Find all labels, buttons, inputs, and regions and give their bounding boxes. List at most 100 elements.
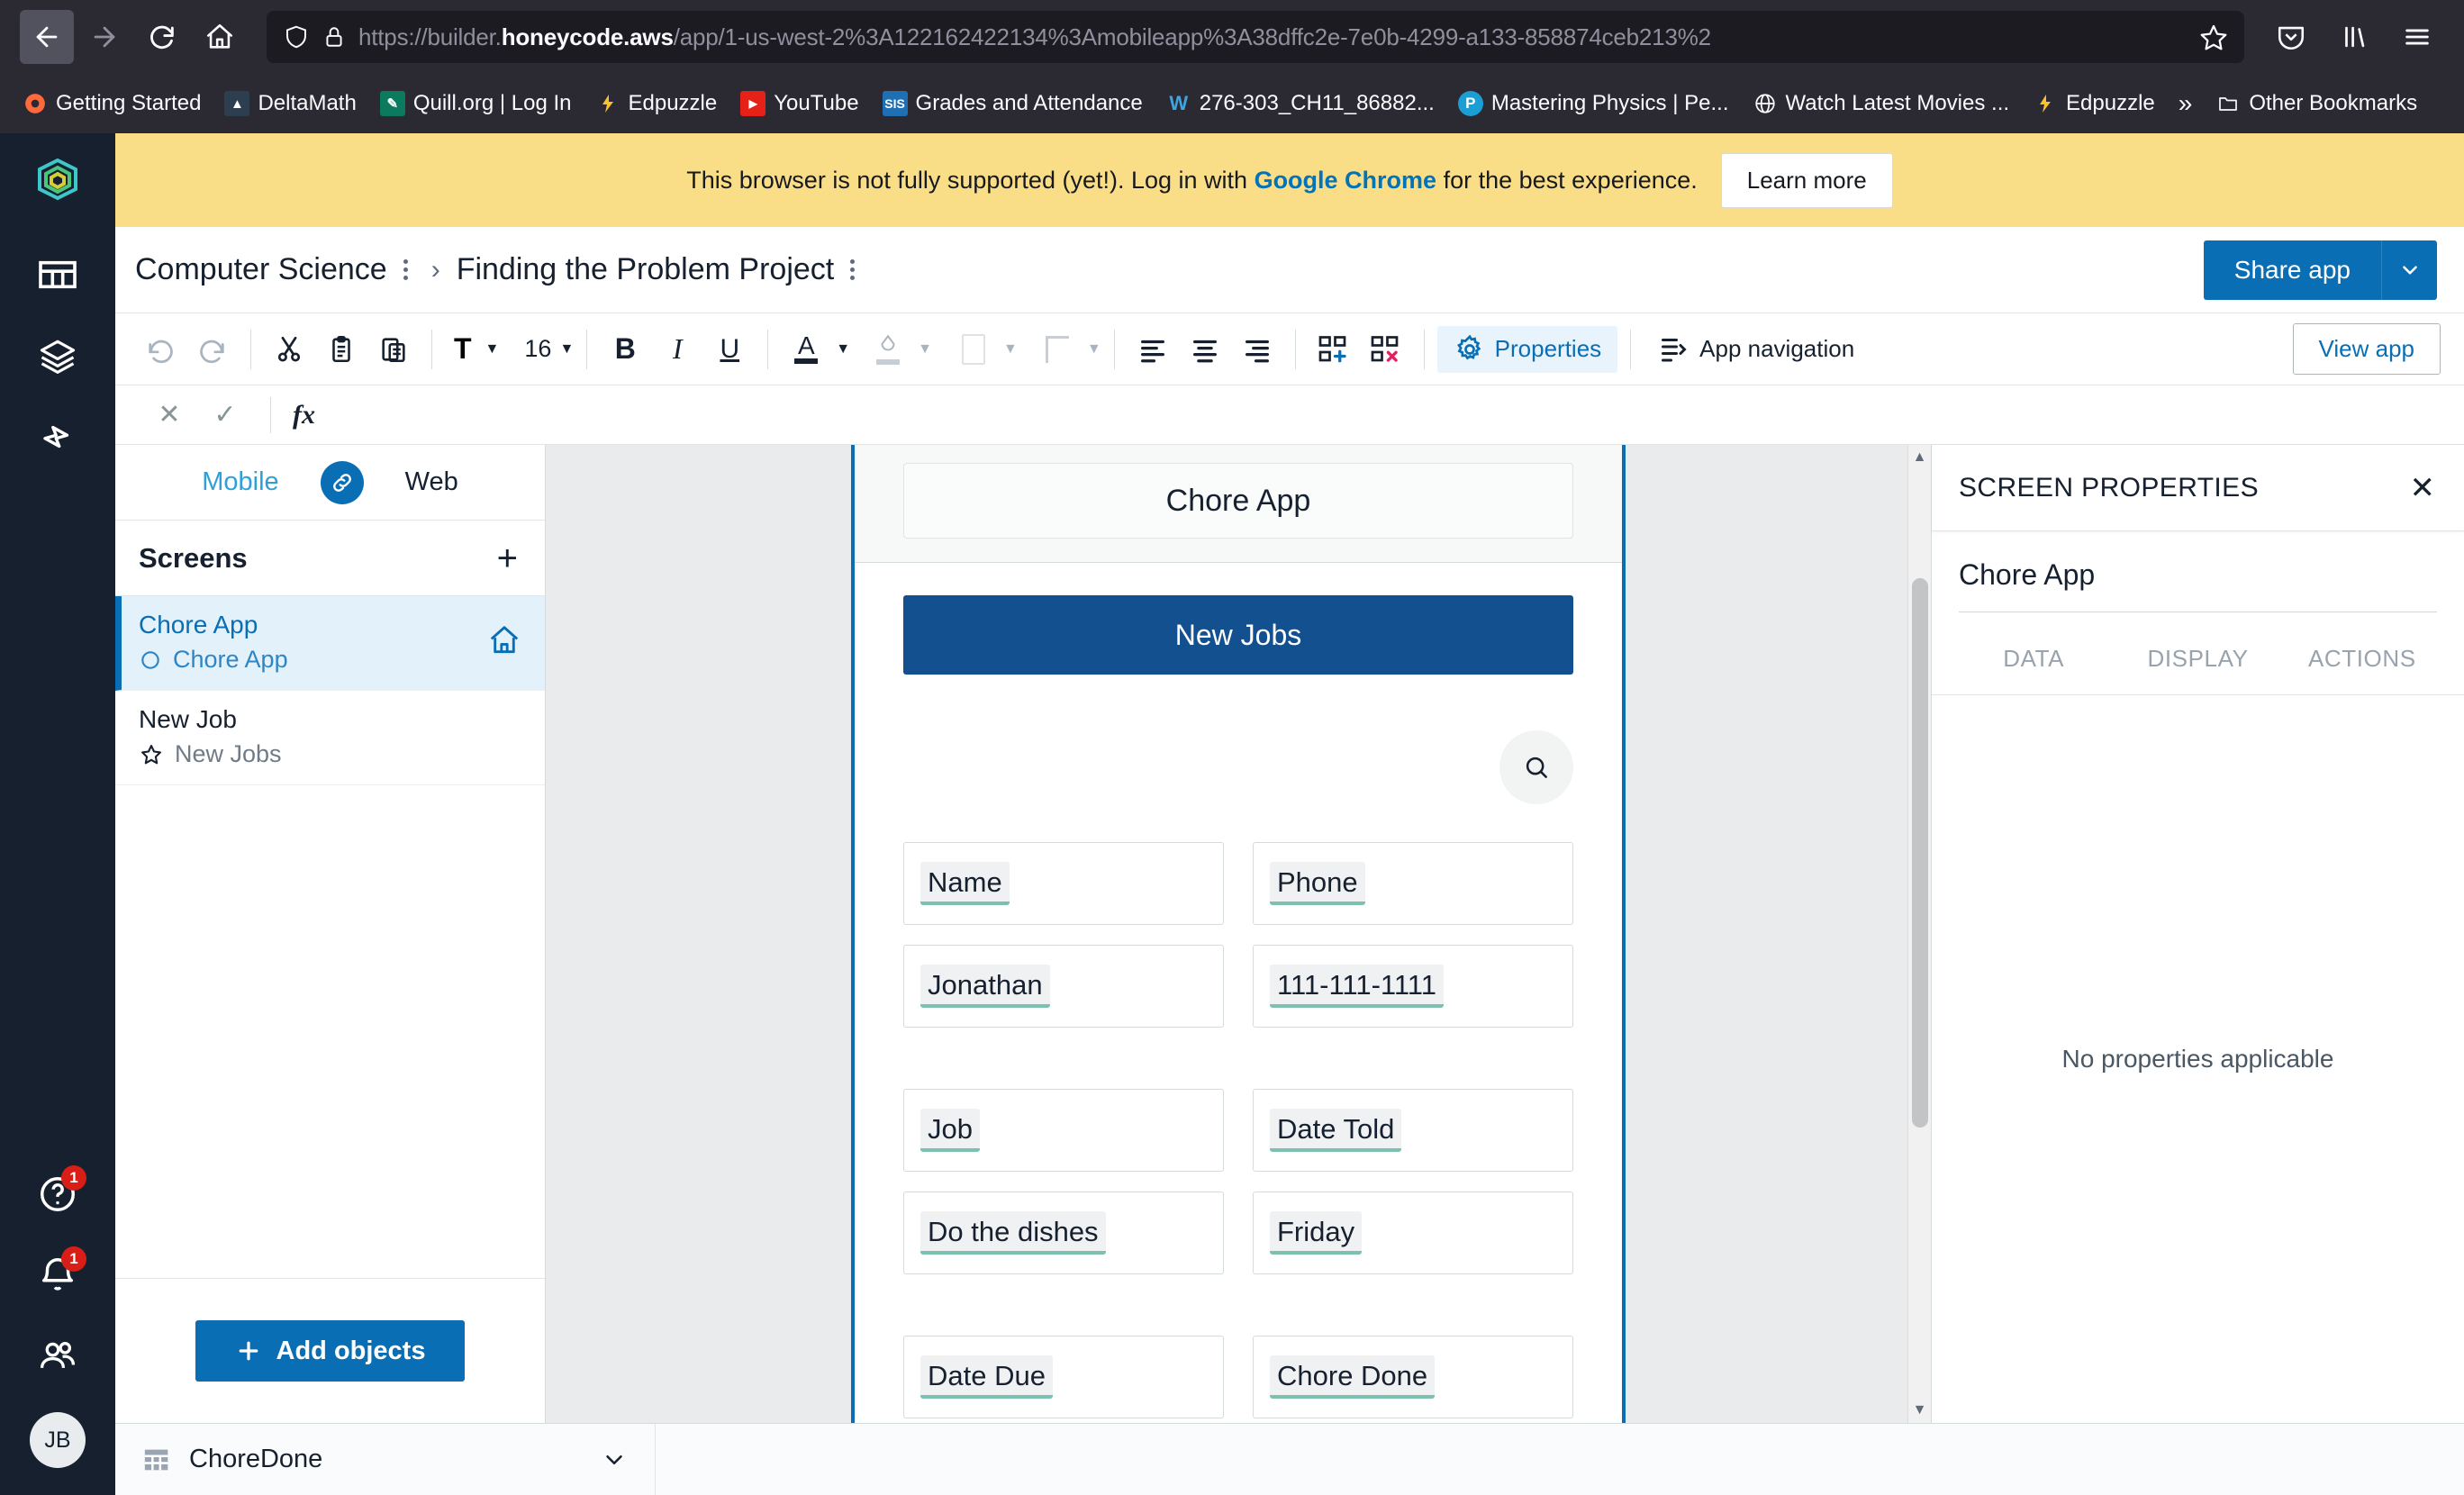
- bookmark-mastering-physics[interactable]: P Mastering Physics | Pe...: [1448, 86, 1739, 122]
- other-bookmarks-folder[interactable]: Other Bookmarks: [2206, 86, 2427, 122]
- font-family-control[interactable]: T ▼: [445, 332, 499, 366]
- link-screens-toggle[interactable]: [320, 460, 364, 504]
- field-cell[interactable]: Do the dishes: [903, 1191, 1224, 1274]
- url-bar[interactable]: https://builder.honeycode.aws/app/1-us-w…: [267, 11, 2244, 63]
- scroll-down-arrow-icon[interactable]: ▼: [1908, 1398, 1931, 1423]
- back-button[interactable]: [20, 10, 74, 64]
- bookmark-grades-attendance[interactable]: SIS Grades and Attendance: [873, 86, 1153, 122]
- chevron-down-icon[interactable]: [601, 1446, 628, 1473]
- field-cell[interactable]: Date Told: [1253, 1089, 1573, 1172]
- fill-color-button[interactable]: [863, 324, 913, 375]
- field-cell[interactable]: Phone: [1253, 842, 1573, 925]
- add-objects-button[interactable]: Add objects: [195, 1320, 466, 1382]
- user-avatar[interactable]: JB: [30, 1412, 86, 1468]
- home-screen-icon[interactable]: [487, 623, 521, 662]
- tab-web[interactable]: Web: [405, 467, 458, 497]
- underline-button[interactable]: U: [704, 324, 755, 375]
- rail-item-automations[interactable]: [23, 403, 92, 471]
- view-app-button[interactable]: View app: [2292, 323, 2441, 375]
- tab-mobile[interactable]: Mobile: [202, 467, 278, 497]
- undo-button[interactable]: [135, 324, 186, 375]
- add-object-button[interactable]: [1309, 324, 1359, 375]
- canvas-scrollbar[interactable]: ▲ ▼: [1907, 445, 1931, 1423]
- honeycode-logo-icon[interactable]: [32, 157, 83, 206]
- tab-display[interactable]: DISPLAY: [2115, 645, 2279, 694]
- bookmark-deltamath[interactable]: ▲ DeltaMath: [214, 86, 366, 122]
- bookmark-ch11-pdf[interactable]: W 276-303_CH11_86882...: [1156, 86, 1445, 122]
- lock-icon: [326, 27, 342, 47]
- fill-color-control[interactable]: ▼: [863, 324, 932, 375]
- sidebar-item-chore-app[interactable]: Chore App Chore App: [115, 596, 545, 691]
- bookmark-edpuzzle-1[interactable]: Edpuzzle: [585, 86, 728, 122]
- border-style-control[interactable]: ▼: [1032, 324, 1101, 375]
- redo-button[interactable]: [187, 324, 238, 375]
- reload-button[interactable]: [135, 10, 189, 64]
- italic-button[interactable]: I: [652, 324, 702, 375]
- border-fill-button[interactable]: [948, 324, 999, 375]
- field-cell[interactable]: Name: [903, 842, 1224, 925]
- menu-button[interactable]: [2390, 10, 2444, 64]
- breadcrumb-app-menu[interactable]: [843, 256, 862, 284]
- screen-name-input[interactable]: Chore App: [1959, 558, 2437, 612]
- bookmarks-overflow-button[interactable]: »: [2169, 86, 2203, 122]
- share-app-button[interactable]: Share app: [2203, 240, 2381, 300]
- scrollbar-thumb[interactable]: [1912, 578, 1928, 1128]
- bookmark-star-icon[interactable]: [2199, 23, 2228, 51]
- align-left-button[interactable]: [1128, 324, 1178, 375]
- border-style-button[interactable]: [1032, 324, 1083, 375]
- browser-toolbar-right: [2264, 10, 2444, 64]
- copy-button[interactable]: [316, 324, 367, 375]
- field-cell[interactable]: Jonathan: [903, 945, 1224, 1028]
- cut-button[interactable]: [264, 324, 314, 375]
- align-right-button[interactable]: [1232, 324, 1282, 375]
- delete-object-button[interactable]: [1361, 324, 1411, 375]
- field-cell[interactable]: 111-111-1111: [1253, 945, 1573, 1028]
- field-cell[interactable]: Date Due: [903, 1336, 1224, 1418]
- new-jobs-button[interactable]: New Jobs: [903, 595, 1573, 675]
- bookmark-youtube[interactable]: ▶ YouTube: [730, 86, 868, 122]
- bookmark-quill[interactable]: ✎ Quill.org | Log In: [370, 86, 582, 122]
- rail-item-help[interactable]: 1: [23, 1160, 92, 1228]
- font-size-control[interactable]: 16 ▼: [521, 335, 574, 363]
- rail-item-apps[interactable]: [23, 322, 92, 390]
- breadcrumb-workbook-menu[interactable]: [396, 256, 415, 284]
- rail-item-team[interactable]: [23, 1322, 92, 1391]
- rail-item-notifications[interactable]: 1: [23, 1241, 92, 1309]
- tab-actions[interactable]: ACTIONS: [2280, 645, 2444, 694]
- close-icon[interactable]: ✕: [2410, 473, 2436, 503]
- bold-button[interactable]: B: [600, 324, 650, 375]
- border-fill-control[interactable]: ▼: [948, 324, 1018, 375]
- field-cell[interactable]: Chore Done: [1253, 1336, 1573, 1418]
- properties-button[interactable]: Properties: [1436, 325, 1618, 373]
- breadcrumb-app[interactable]: Finding the Problem Project: [457, 252, 835, 287]
- paste-button[interactable]: [368, 324, 419, 375]
- search-button[interactable]: [1499, 730, 1573, 804]
- app-title-block[interactable]: Chore App: [903, 463, 1573, 539]
- table-selector[interactable]: ChoreDone: [115, 1424, 656, 1495]
- tab-data[interactable]: DATA: [1952, 645, 2115, 694]
- library-button[interactable]: [2327, 10, 2381, 64]
- sidebar-item-new-job[interactable]: New Job New Jobs: [115, 691, 545, 785]
- learn-more-button[interactable]: Learn more: [1720, 152, 1893, 208]
- bookmark-edpuzzle-2[interactable]: Edpuzzle: [2023, 86, 2165, 122]
- text-color-control[interactable]: A ▼: [781, 324, 850, 375]
- home-button[interactable]: [193, 10, 247, 64]
- add-screen-button[interactable]: +: [497, 540, 518, 576]
- bookmark-watch-movies[interactable]: Watch Latest Movies ...: [1743, 86, 2020, 122]
- scrollbar-track[interactable]: [1908, 470, 1931, 1398]
- align-center-button[interactable]: [1180, 324, 1230, 375]
- text-color-button[interactable]: A: [781, 324, 831, 375]
- google-chrome-link[interactable]: Google Chrome: [1255, 167, 1437, 194]
- rail-item-tables[interactable]: [23, 240, 92, 309]
- field-cell[interactable]: Friday: [1253, 1191, 1573, 1274]
- scroll-up-arrow-icon[interactable]: ▲: [1908, 445, 1931, 470]
- formula-confirm-button[interactable]: ✓: [202, 392, 249, 439]
- field-cell[interactable]: Job: [903, 1089, 1224, 1172]
- share-app-dropdown-button[interactable]: [2381, 240, 2437, 300]
- pocket-button[interactable]: [2264, 10, 2318, 64]
- formula-cancel-button[interactable]: ✕: [146, 392, 193, 439]
- bookmark-getting-started[interactable]: Getting Started: [13, 86, 211, 122]
- forward-button[interactable]: [77, 10, 131, 64]
- breadcrumb-workbook[interactable]: Computer Science: [135, 252, 387, 287]
- app-navigation-button[interactable]: App navigation: [1644, 326, 1867, 373]
